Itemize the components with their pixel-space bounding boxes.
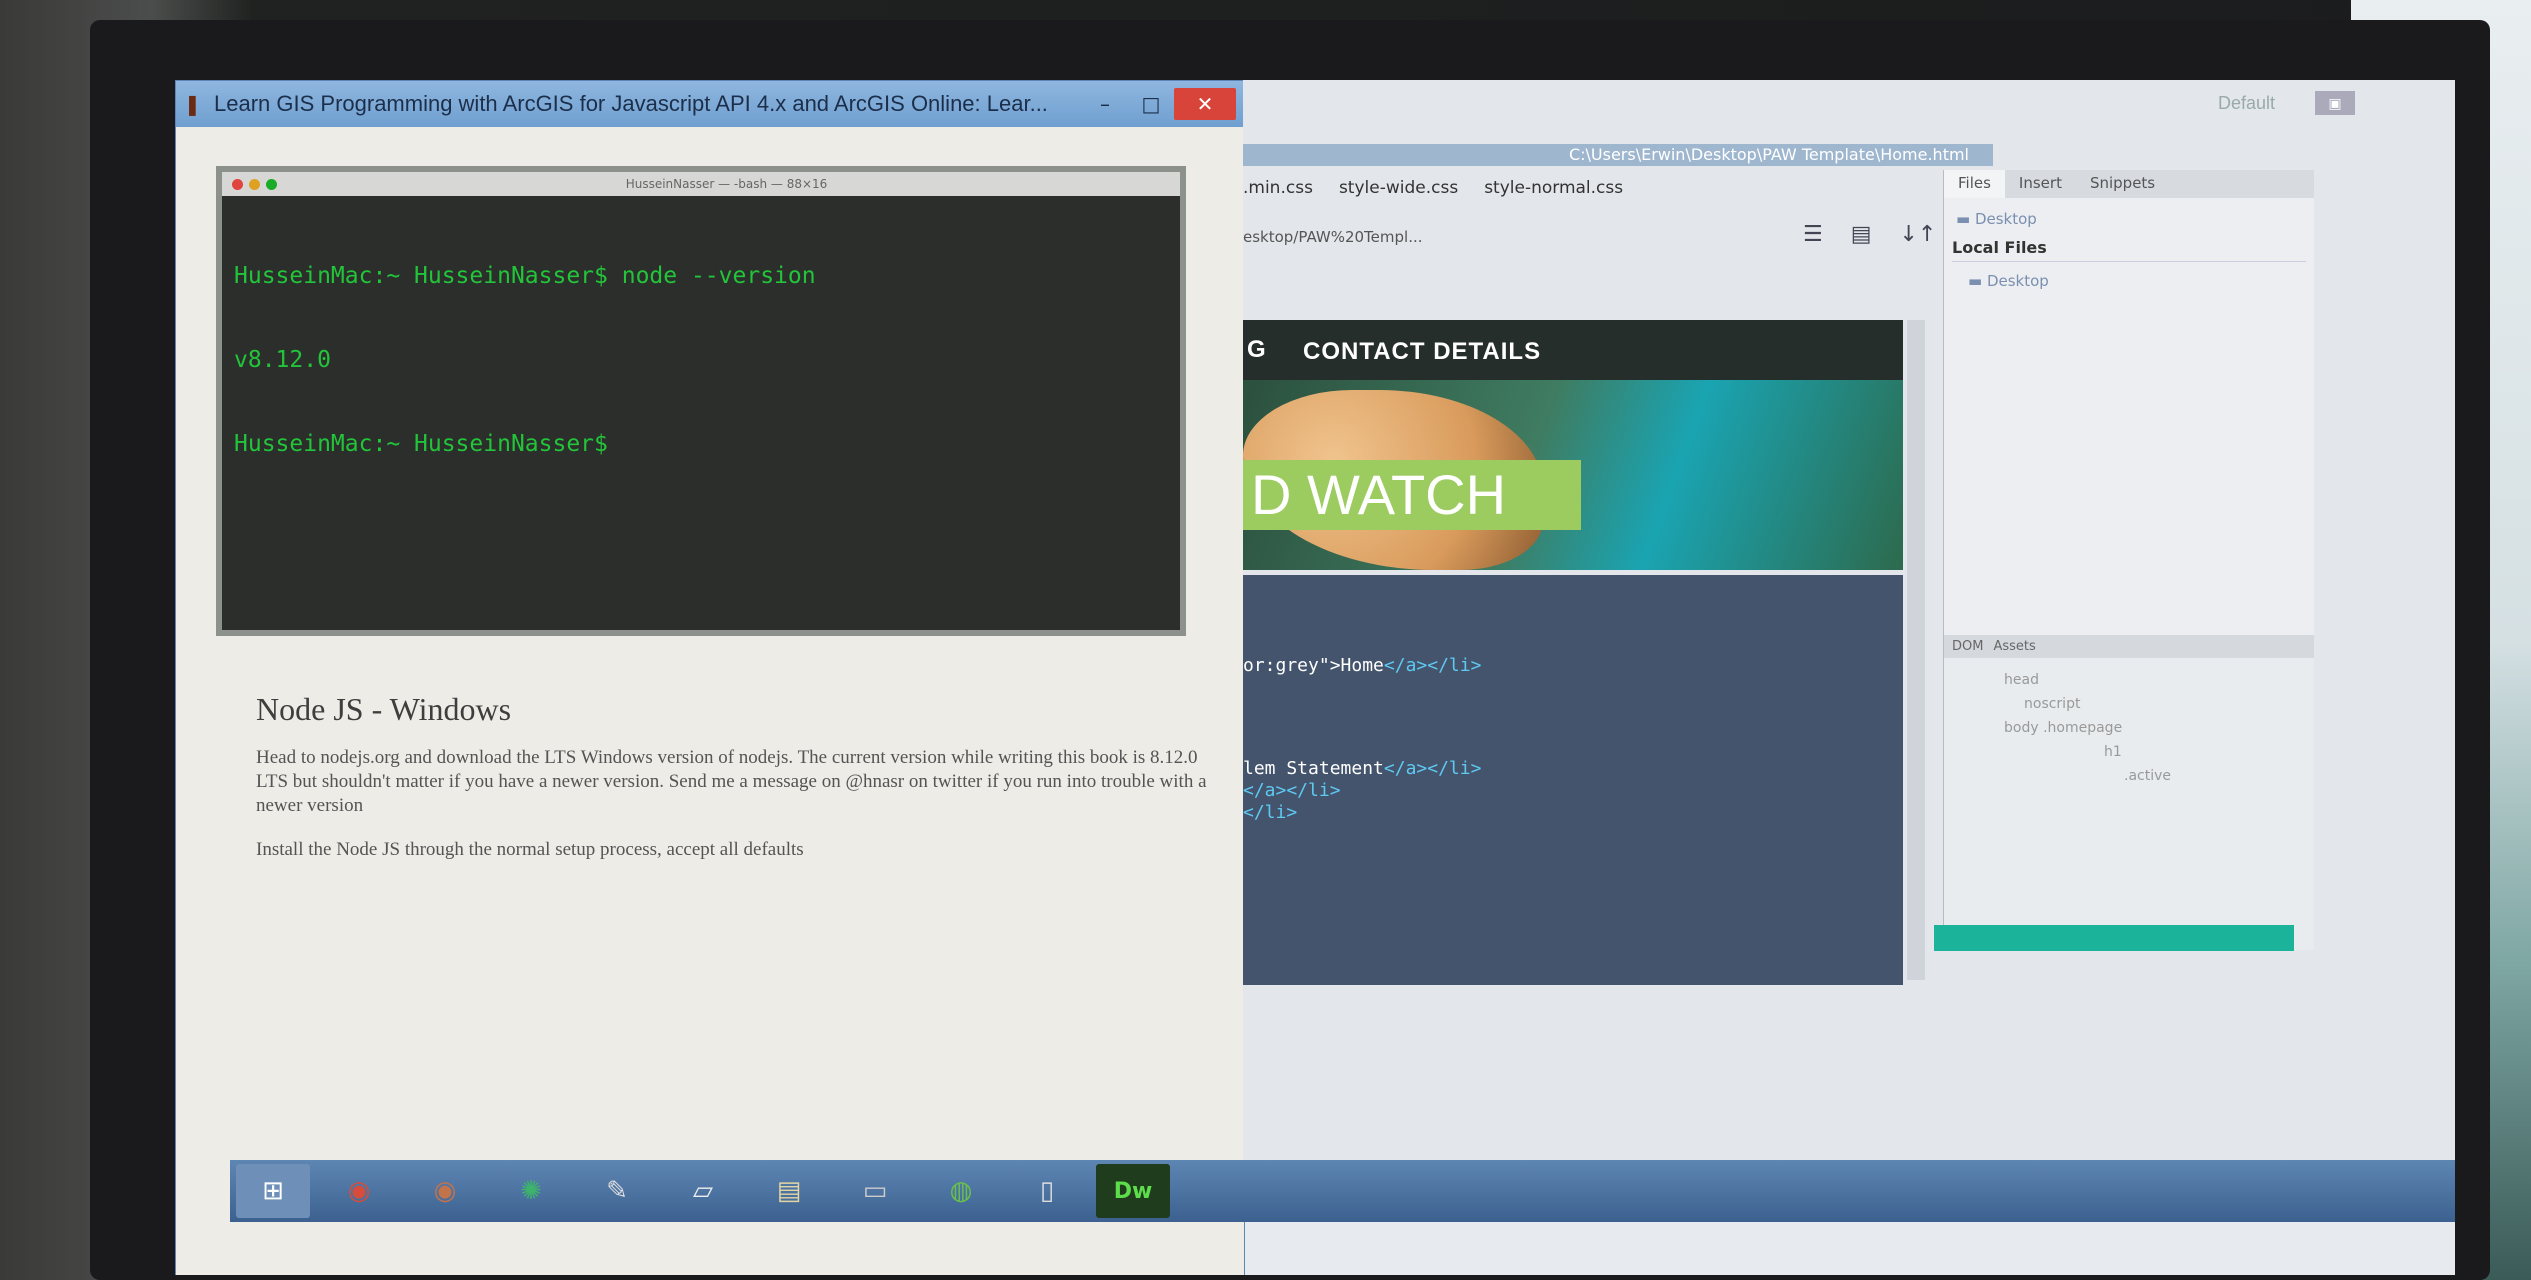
dom-node[interactable]: h1 (2004, 744, 2314, 768)
dom-panel: DOM Assets head noscript body .homepage … (1934, 635, 2314, 951)
code-line: </a></li> (1243, 780, 1341, 801)
section-heading: Node JS - Windows (256, 691, 512, 727)
dom-node[interactable]: body .homepage (2004, 720, 2314, 744)
site-navbar: G CONTACT DETAILS (1243, 320, 1903, 380)
close-button[interactable]: ✕ (1174, 88, 1236, 120)
local-files-header: Local Files (1952, 238, 2306, 262)
code-text: lem Statement (1243, 758, 1384, 779)
windows-taskbar: ⊞ ◉ ◉ ✺ ✎ ▱ ▤ ▭ ◍ ▯ Dw (230, 1160, 2455, 1222)
network-icon[interactable]: ✺ (494, 1164, 568, 1218)
dom-node[interactable]: noscript (2004, 696, 2314, 720)
notepad-icon[interactable]: ▯ (1010, 1164, 1084, 1218)
pen-icon[interactable]: ✎ (580, 1164, 654, 1218)
folder-icon[interactable]: ▱ (666, 1164, 740, 1218)
file-tree-item[interactable]: ▬ Desktop (1968, 272, 2314, 298)
terminal-output: HusseinMac:~ HusseinNasser$ node --versi… (222, 196, 1180, 524)
file-management-icon[interactable]: ▤ (1851, 222, 1872, 247)
site-select[interactable]: ▬ Desktop (1956, 210, 2302, 228)
body-paragraph: Head to nodejs.org and download the LTS … (256, 747, 1207, 816)
folder-icon: ▬ (1956, 210, 1975, 228)
dreamweaver-window: Default ▣ C:\Users\Erwin\Desktop\PAW Tem… (1243, 80, 2455, 1170)
tab-insert[interactable]: Insert (2005, 170, 2076, 198)
dom-tree: head noscript body .homepage h1 .active (1944, 658, 2314, 792)
ebook-content: Node JS - Windows Head to nodejs.org and… (256, 691, 1216, 882)
start-icon[interactable]: ⊞ (236, 1164, 310, 1218)
format-source-icon[interactable]: ☰ (1803, 222, 1823, 247)
code-view-pane[interactable]: or:grey">Home</a></li> lem Statement</a>… (1243, 575, 1903, 985)
document-path: C:\Users\Erwin\Desktop\PAW Template\Home… (1243, 144, 1993, 166)
file-tree-label: Desktop (1986, 272, 2049, 290)
zoom-dot-icon (266, 178, 277, 190)
tab-related-file[interactable]: .min.css (1243, 178, 1313, 198)
vertical-scrollbar[interactable] (1907, 320, 1925, 980)
tab-related-file[interactable]: style-wide.css (1339, 178, 1458, 198)
terminal-line: HusseinMac:~ HusseinNasser$ node --versi… (234, 263, 816, 289)
window-icon[interactable]: ▭ (838, 1164, 912, 1218)
files-panel: Files Insert Snippets ▬ Desktop Local Fi… (1934, 170, 2314, 951)
panel-tabs: Files Insert Snippets (1944, 170, 2314, 198)
address-bar[interactable]: esktop/PAW%20Templ... (1243, 228, 1423, 246)
tab-files[interactable]: Files (1944, 170, 2005, 198)
dom-node[interactable]: .active (2004, 768, 2314, 792)
workspace-switch-icon[interactable]: ▣ (2315, 91, 2355, 115)
chrome-profile-icon[interactable]: ◉ (408, 1164, 482, 1218)
terminal-screenshot: HusseinNasser — -bash — 88×16 HusseinMac… (216, 166, 1186, 636)
tab-assets[interactable]: Assets (1993, 639, 2035, 654)
tab-related-file[interactable]: style-normal.css (1484, 178, 1623, 198)
nav-item[interactable]: G (1247, 336, 1266, 364)
sort-icon[interactable]: ↓↑ (1900, 222, 1937, 247)
dreamweaver-titlebar: Default ▣ (1243, 80, 2455, 126)
code-line: </li> (1243, 802, 1298, 823)
chrome-icon[interactable]: ◉ (322, 1164, 396, 1218)
terminal-line: HusseinMac:~ HusseinNasser$ (234, 431, 608, 457)
code-tag: </a></li> (1383, 758, 1482, 779)
code-tag: </a></li> (1383, 655, 1482, 676)
tab-dom[interactable]: DOM (1952, 639, 1983, 654)
workspace-layout-select[interactable]: Default (2218, 93, 2275, 114)
panel-status-bar (1934, 925, 2294, 951)
code-attr: or:grey"> (1243, 655, 1341, 676)
tab-snippets[interactable]: Snippets (2076, 170, 2169, 198)
site-select-label: Desktop (1974, 210, 2037, 228)
book-icon: ❚ (184, 92, 201, 116)
code-line: or:grey">Home</a></li> (1243, 655, 1481, 676)
live-view-pane[interactable]: G CONTACT DETAILS D WATCH (1243, 320, 1903, 570)
terminal-line: v8.12.0 (234, 347, 331, 373)
window-title: Learn GIS Programming with ArcGIS for Ja… (214, 91, 1048, 116)
minimize-dot-icon (249, 178, 260, 190)
close-dot-icon (232, 178, 243, 190)
dom-node[interactable]: head (2004, 672, 2314, 696)
dreamweaver-taskbar-button[interactable]: Dw (1096, 1164, 1170, 1218)
hero-banner: D WATCH (1243, 460, 1581, 530)
screen: ❚ Learn GIS Programming with ArcGIS for … (175, 80, 2455, 1275)
code-line: lem Statement</a></li> (1243, 758, 1481, 779)
code-text: Home (1340, 655, 1384, 676)
dom-panel-tabs: DOM Assets (1944, 635, 2314, 658)
nav-item-contact[interactable]: CONTACT DETAILS (1303, 338, 1541, 366)
terminal-titlebar: HusseinNasser — -bash — 88×16 (222, 172, 1180, 196)
ebook-titlebar[interactable]: ❚ Learn GIS Programming with ArcGIS for … (176, 81, 1244, 127)
body-paragraph: Install the Node JS through the normal s… (256, 839, 804, 860)
globe-icon[interactable]: ◍ (924, 1164, 998, 1218)
view-toolbar: ☰ ▤ ↓↑ (1803, 222, 1936, 247)
related-files-tabs: .min.css style-wide.css style-normal.css (1243, 178, 1623, 198)
minimize-button[interactable]: – (1082, 88, 1128, 120)
maximize-button[interactable]: □ (1128, 88, 1174, 120)
terminal-title: HusseinNasser — -bash — 88×16 (625, 177, 828, 191)
folder-icon: ▬ (1968, 272, 1987, 290)
file-explorer-icon[interactable]: ▤ (752, 1164, 826, 1218)
ebook-window: ❚ Learn GIS Programming with ArcGIS for … (175, 80, 1245, 1275)
